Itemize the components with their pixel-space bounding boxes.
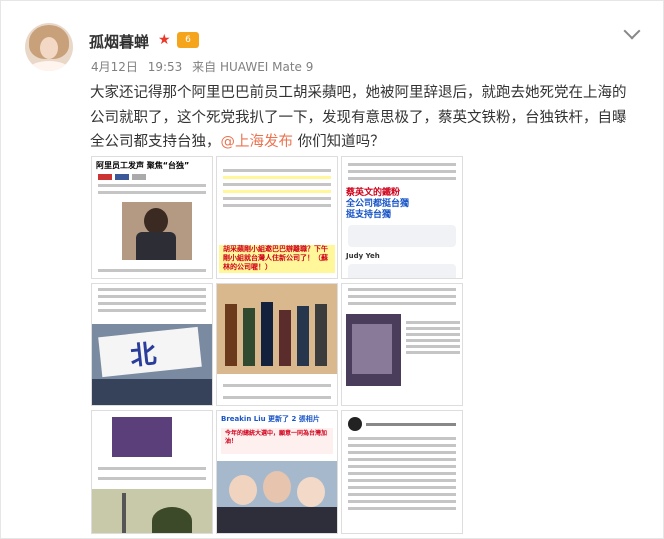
image-1-headline: 阿里员工发声 聚焦“台独”: [96, 161, 190, 170]
chevron-down-icon[interactable]: [623, 22, 641, 40]
weibo-post-card: 孤烟暮蝉 ★ 6 4月12日 19:53 来自 HUAWEI Mate 9 大家…: [0, 0, 664, 539]
image-3-line1: 蔡英文的鐵粉: [346, 188, 401, 198]
image-6[interactable]: [341, 283, 463, 406]
image-3-line2: 全公司都挺台獨: [346, 199, 410, 209]
image-3-commenter: Judy Yeh: [346, 252, 380, 260]
mention-link[interactable]: @上海发布: [221, 134, 294, 150]
username[interactable]: 孤烟暮蝉: [89, 31, 149, 52]
image-3-line3: 挺支持台獨: [346, 210, 392, 220]
post-text-tail: 你们知道吗？: [293, 134, 385, 150]
image-2[interactable]: 胡采蘋剛小組邀巴巴辦離職？下午剛小組就台灣人住新公司了！（蘇林的公司喔！）: [216, 156, 338, 279]
image-grid: 阿里员工发声 聚焦“台独” 胡采蘋剛小組邀巴巴辦離職？下午剛小組就台灣人住新公司…: [91, 156, 463, 534]
vip-star-icon: ★: [158, 32, 171, 48]
post-text: 大家还记得那个阿里巴巴前员工胡采蘋吧，她被阿里辞退后，就跑去她死党在上海的公司就…: [90, 81, 640, 155]
member-badge-icon: 6: [177, 32, 199, 48]
post-meta: 4月12日 19:53 来自 HUAWEI Mate 9: [91, 58, 319, 75]
image-8-highlight: 今年的總統大選中，願意一同為台灣加油！: [225, 430, 328, 445]
image-1[interactable]: 阿里员工发声 聚焦“台独”: [91, 156, 213, 279]
image-3[interactable]: 蔡英文的鐵粉 全公司都挺台獨 挺支持台獨 Judy Yeh: [341, 156, 463, 279]
image-7[interactable]: [91, 410, 213, 534]
image-8-header: Breakin Liu 更新了 2 張相片: [221, 415, 320, 423]
image-9[interactable]: [341, 410, 463, 534]
user-avatar[interactable]: [25, 23, 73, 71]
post-source: 来自 HUAWEI Mate 9: [192, 60, 314, 74]
image-8[interactable]: Breakin Liu 更新了 2 張相片 今年的總統大選中，願意一同為台灣加油…: [216, 410, 338, 534]
image-4-banner: 北: [128, 339, 158, 372]
image-5[interactable]: [216, 283, 338, 406]
post-date[interactable]: 4月12日: [91, 60, 138, 74]
post-time[interactable]: 19:53: [148, 60, 183, 74]
image-2-highlight: 胡采蘋剛小組邀巴巴辦離職？下午剛小組就台灣人住新公司了！（蘇林的公司喔！）: [223, 245, 328, 271]
image-4[interactable]: 北: [91, 283, 213, 406]
